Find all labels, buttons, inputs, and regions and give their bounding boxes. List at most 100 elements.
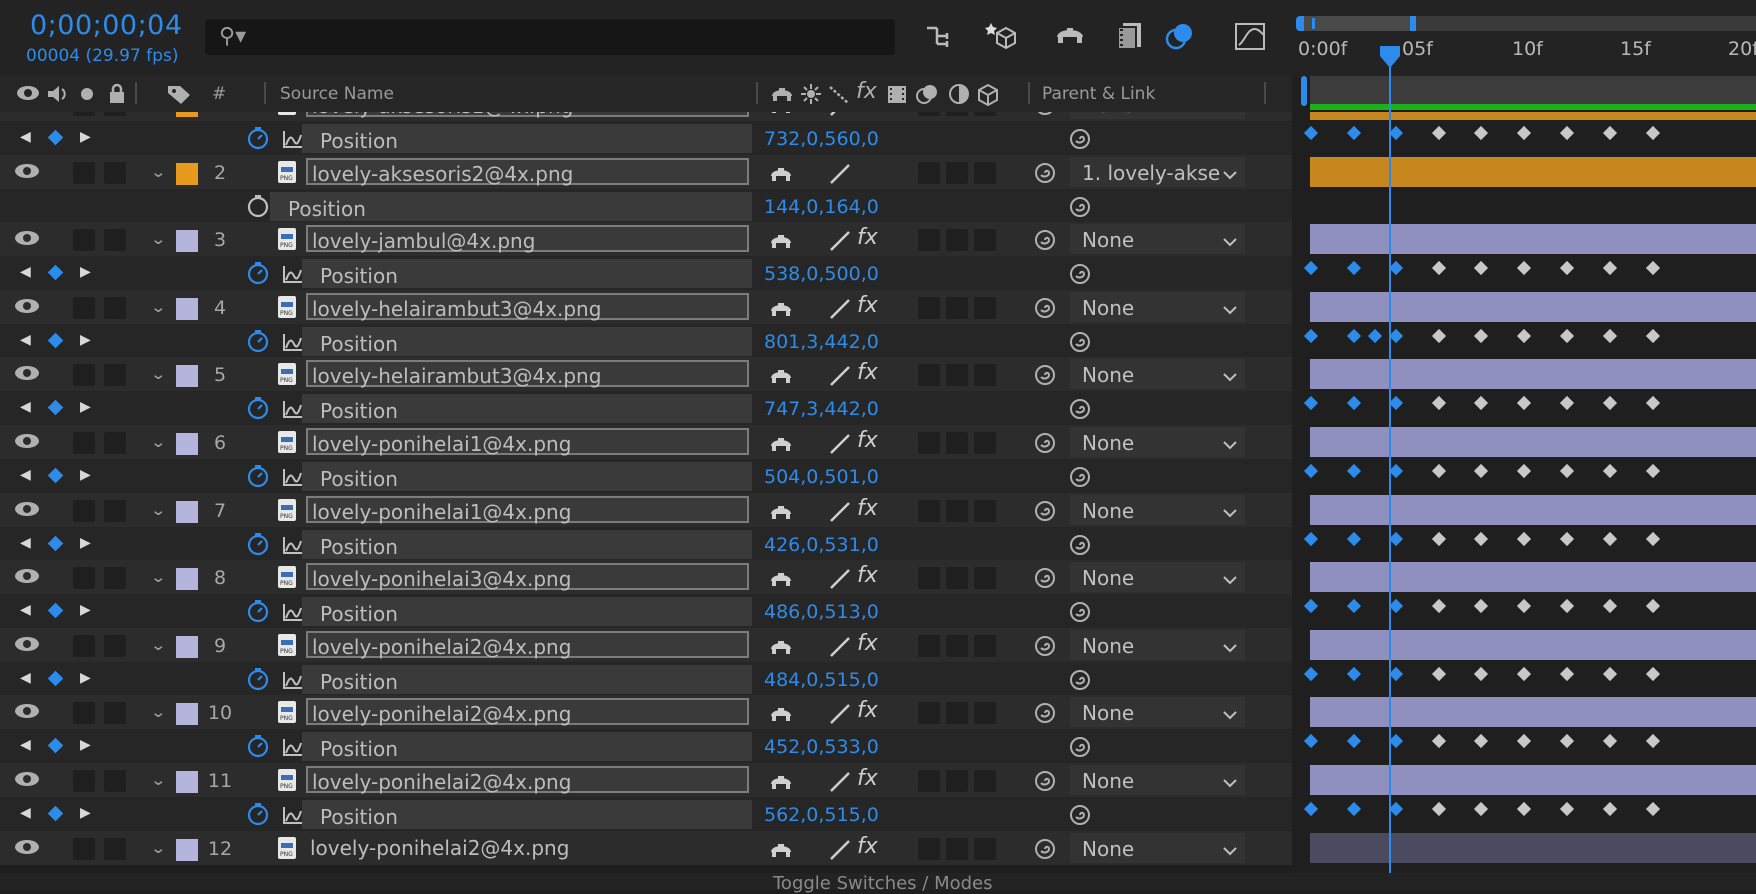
lock-switch[interactable] bbox=[104, 161, 126, 184]
keyframe[interactable] bbox=[1431, 666, 1447, 681]
layer-name-field[interactable]: lovely-helairambut3@4x.png bbox=[306, 292, 749, 321]
expand-chevron-icon[interactable]: ⌄ bbox=[150, 568, 166, 586]
frame-blending-icon[interactable] bbox=[1110, 18, 1150, 54]
keyframe[interactable] bbox=[1388, 328, 1404, 343]
stopwatch-icon[interactable] bbox=[246, 396, 270, 424]
layer-label-color[interactable] bbox=[176, 500, 198, 523]
lock-switch[interactable] bbox=[104, 296, 126, 319]
graph-icon[interactable] bbox=[282, 399, 304, 423]
parent-pick-whip-icon[interactable] bbox=[1033, 161, 1057, 189]
adjustment-switch[interactable] bbox=[946, 567, 968, 590]
layer-row[interactable]: ⌄ 1 PNG lovely-aksesoris1@4x.png None bbox=[0, 112, 1300, 121]
next-keyframe-icon[interactable]: ▶ bbox=[80, 670, 91, 686]
keyframe[interactable] bbox=[1388, 599, 1404, 614]
toggle-switches-modes-button[interactable]: Toggle Switches / Modes bbox=[773, 873, 993, 894]
keyframe[interactable] bbox=[1346, 261, 1362, 276]
visibility-eye-icon[interactable] bbox=[14, 229, 40, 247]
motion-blur-switch[interactable] bbox=[918, 499, 940, 522]
property-row[interactable]: ◀ ▶ Position 504,0,501,0 bbox=[0, 459, 1300, 493]
keyframe[interactable] bbox=[1346, 734, 1362, 749]
keyframe[interactable] bbox=[1516, 666, 1532, 681]
keyframe[interactable] bbox=[1388, 463, 1404, 479]
keyframe[interactable] bbox=[1388, 734, 1404, 749]
audio-switch[interactable] bbox=[73, 770, 95, 792]
parent-pick-whip-icon[interactable] bbox=[1033, 431, 1057, 459]
adjustment-switch[interactable] bbox=[946, 112, 968, 116]
position-value[interactable]: 732,0,560,0 bbox=[764, 128, 879, 150]
keyframe[interactable] bbox=[1346, 801, 1362, 817]
layer-name-field[interactable]: lovely-ponihelai2@4x.png bbox=[306, 630, 749, 659]
quality-switch-icon[interactable] bbox=[828, 839, 852, 865]
keyframe[interactable] bbox=[1431, 801, 1447, 817]
lock-switch[interactable] bbox=[104, 567, 126, 590]
layer-row[interactable]: ⌄ 7 PNG lovely-ponihelai1@4x.png fx None bbox=[0, 492, 1300, 527]
layer-duration-bar[interactable] bbox=[1310, 427, 1756, 457]
parent-pick-whip-icon[interactable] bbox=[1033, 112, 1057, 121]
quality-switch-icon[interactable] bbox=[828, 365, 852, 391]
keyframe[interactable] bbox=[1602, 531, 1618, 546]
quality-switch-icon[interactable] bbox=[828, 433, 852, 459]
expression-pick-whip-icon[interactable] bbox=[1068, 195, 1092, 223]
adjustment-switch[interactable] bbox=[946, 499, 968, 522]
expression-pick-whip-icon[interactable] bbox=[1068, 397, 1092, 425]
expand-chevron-icon[interactable]: ⌄ bbox=[150, 703, 166, 721]
lock-switch[interactable] bbox=[104, 432, 126, 454]
graph-icon[interactable] bbox=[282, 129, 304, 153]
keyframe[interactable] bbox=[1473, 261, 1489, 276]
next-keyframe-icon[interactable]: ▶ bbox=[80, 399, 91, 415]
keyframe[interactable] bbox=[1473, 599, 1489, 614]
quality-switch-icon[interactable] bbox=[828, 163, 852, 189]
effects-switch-icon[interactable]: fx bbox=[857, 293, 878, 318]
keyframe[interactable] bbox=[1645, 261, 1661, 276]
keyframe[interactable] bbox=[1303, 599, 1319, 614]
lock-switch[interactable] bbox=[104, 229, 126, 252]
parent-pick-whip-icon[interactable] bbox=[1033, 566, 1057, 594]
visibility-eye-icon[interactable] bbox=[14, 838, 40, 856]
shy-switch-icon[interactable] bbox=[769, 298, 793, 324]
keyframe[interactable] bbox=[1559, 666, 1575, 681]
previous-keyframe-icon[interactable]: ◀ bbox=[20, 332, 31, 348]
layer-duration-bar[interactable] bbox=[1310, 562, 1756, 593]
layer-row[interactable]: ⌄ 10 PNG lovely-ponihelai2@4x.png fx Non… bbox=[0, 695, 1300, 730]
expand-chevron-icon[interactable]: ⌄ bbox=[150, 365, 166, 383]
layer-row[interactable]: ⌄ 6 PNG lovely-ponihelai1@4x.png fx None bbox=[0, 425, 1300, 459]
keyframe[interactable] bbox=[1303, 734, 1319, 749]
parent-pick-whip-icon[interactable] bbox=[1033, 837, 1057, 865]
solo-icon[interactable] bbox=[80, 86, 94, 106]
keyframe[interactable] bbox=[1473, 463, 1489, 479]
graph-icon[interactable] bbox=[282, 670, 304, 694]
layer-name-field[interactable]: lovely-aksesoris1@4x.png bbox=[306, 112, 749, 118]
add-keyframe-icon[interactable] bbox=[47, 602, 64, 619]
graph-icon[interactable] bbox=[282, 264, 304, 288]
keyframe[interactable] bbox=[1473, 531, 1489, 546]
parent-dropdown[interactable]: 1. lovely-akse bbox=[1070, 156, 1245, 187]
adjustment-switch[interactable] bbox=[946, 364, 968, 387]
layer-label-color[interactable] bbox=[176, 433, 198, 455]
expression-pick-whip-icon[interactable] bbox=[1068, 803, 1092, 831]
quality-switch-icon[interactable] bbox=[828, 298, 852, 324]
keyframe[interactable] bbox=[1431, 396, 1447, 411]
position-value[interactable]: 486,0,513,0 bbox=[764, 601, 879, 623]
quality-switch-icon[interactable] bbox=[828, 501, 852, 527]
position-value[interactable]: 538,0,500,0 bbox=[764, 263, 879, 285]
keyframe[interactable] bbox=[1516, 396, 1532, 411]
expression-pick-whip-icon[interactable] bbox=[1068, 262, 1092, 290]
lock-switch[interactable] bbox=[104, 499, 126, 522]
position-value[interactable]: 801,3,442,0 bbox=[764, 331, 879, 353]
parent-dropdown[interactable]: None bbox=[1070, 832, 1245, 863]
parent-dropdown[interactable]: None bbox=[1070, 697, 1245, 728]
adjustment-switch[interactable] bbox=[946, 161, 968, 184]
previous-keyframe-icon[interactable]: ◀ bbox=[20, 535, 31, 551]
keyframe[interactable] bbox=[1645, 734, 1661, 749]
stopwatch-icon[interactable] bbox=[246, 734, 270, 762]
lock-switch[interactable] bbox=[104, 702, 126, 725]
keyframe[interactable] bbox=[1602, 261, 1618, 276]
keyframe[interactable] bbox=[1645, 125, 1661, 141]
column-source-name[interactable]: Source Name bbox=[280, 84, 394, 104]
next-keyframe-icon[interactable]: ▶ bbox=[80, 805, 91, 821]
3d-switch[interactable] bbox=[974, 229, 996, 252]
effects-switch-icon[interactable]: fx bbox=[857, 360, 878, 385]
quality-switch-icon[interactable] bbox=[828, 112, 852, 121]
keyframe[interactable] bbox=[1346, 599, 1362, 614]
effects-switch-icon[interactable]: fx bbox=[857, 496, 878, 521]
